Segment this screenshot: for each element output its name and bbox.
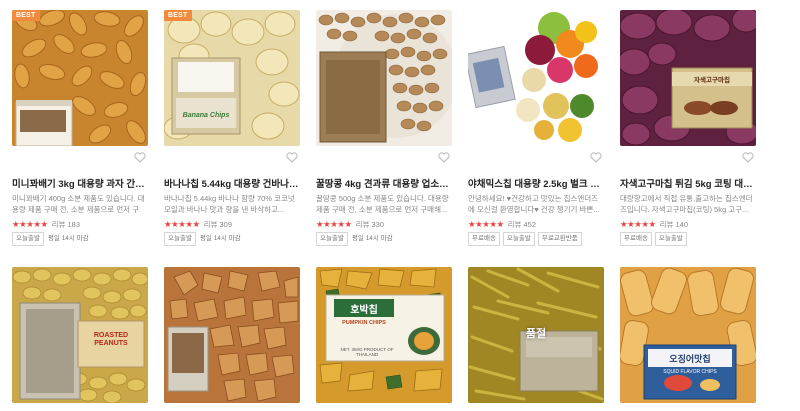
rating-row: ★★★★★ 리뷰 309 <box>164 219 232 229</box>
product-image-potato-sticks[interactable]: 품절 <box>468 267 604 403</box>
product-grid: BEST 미니꽈배기 3kg 대용량 과자 간식 스... 미니꽈배기 400g… <box>0 0 800 411</box>
product-card[interactable]: ROASTED PEANUTS <box>12 267 148 403</box>
product-image-purple-sweet-potato[interactable]: 자색고구마칩 <box>620 10 756 146</box>
tag-list: 무료배송 오늘출발 무료교환반품 <box>468 232 582 246</box>
rating-stars: ★★★★★ <box>164 218 200 229</box>
rating-row: ★★★★★ 리뷰 140 <box>620 219 688 229</box>
rating-row: ★★★★★ 리뷰 183 <box>12 219 80 229</box>
review-count: 리뷰 452 <box>507 219 537 229</box>
rating-row: ★★★★★ 리뷰 452 <box>468 219 536 229</box>
product-description: 꿀땅콩 500g 소분 제품도 있습니다. 대용량 제품 구매 전, 소분 제품… <box>316 194 449 214</box>
package-label: ROASTED PEANUTS <box>93 332 129 347</box>
package-subtitle: PUMPKIN CHIPS <box>342 320 386 326</box>
product-image-pumpkin-chips[interactable]: 호박칩 PUMPKIN CHIPS NET. 350G PRODUCT OF T… <box>316 267 452 403</box>
tag-cutoff: 평일 14시 마감 <box>47 235 89 242</box>
tag-today-ship: 오늘출발 <box>654 232 687 246</box>
tag-list: 오늘출발 평일 14시 마감 <box>164 232 242 246</box>
package-label: 오징어맛칩 <box>669 353 711 364</box>
product-title[interactable]: 야채믹스칩 대용량 2.5kg 벌크 업소용... <box>468 176 604 190</box>
product-image-caramel-snack[interactable] <box>164 267 300 403</box>
rating-row: ★★★★★ 리뷰 330 <box>316 219 384 229</box>
product-image-banana-chips[interactable]: Banana Chips BEST <box>164 10 300 146</box>
product-card[interactable]: 호박칩 PUMPKIN CHIPS NET. 350G PRODUCT OF T… <box>316 267 452 403</box>
product-title[interactable]: 미니꽈배기 3kg 대용량 과자 간식 스... <box>12 176 148 190</box>
rating-stars: ★★★★★ <box>316 218 352 229</box>
package-label: 호박칩 <box>350 304 378 316</box>
tag-free-shipping: 무료배송 <box>468 232 500 246</box>
tag-list: 오늘출발 평일 14시 마감 <box>12 232 90 246</box>
product-description: 안녕하세요! ♥건강하고 맛있는 칩스앤더즈에 오신걸 환영합니다♥ 건강 챙기… <box>468 194 600 214</box>
product-card[interactable]: 품절 <box>468 267 604 403</box>
best-badge: BEST <box>164 10 193 21</box>
product-description: 바나나칩 5.44kg 바나나 함량 70% 코코넛오일과 바나나 맛과 향을 … <box>164 194 295 214</box>
review-count: 리뷰 183 <box>51 219 81 229</box>
product-image-roasted-peanuts[interactable]: ROASTED PEANUTS <box>12 267 148 403</box>
product-image-squid-chips[interactable]: 오징어맛칩 SQUID FLAVOR CHIPS <box>620 267 756 403</box>
tag-today-ship: 오늘출발 <box>164 232 196 246</box>
product-card[interactable]: 오징어맛칩 SQUID FLAVOR CHIPS <box>620 267 756 403</box>
package-subtitle: SQUID FLAVOR CHIPS <box>663 369 717 375</box>
rating-stars: ★★★★★ <box>620 218 656 229</box>
heart-icon[interactable] <box>438 152 450 163</box>
heart-icon[interactable] <box>134 152 146 163</box>
tag-today-ship: 오늘출발 <box>502 232 535 246</box>
tag-cutoff: 평일 14시 마감 <box>351 235 393 242</box>
tag-today-ship: 오늘출발 <box>316 232 348 246</box>
heart-icon[interactable] <box>286 152 298 163</box>
product-card[interactable]: 꿀땅콩 4kg 견과류 대용량 업소용 주... 꿀땅콩 500g 소분 제품도… <box>316 10 452 246</box>
package-label: Banana Chips <box>182 111 230 119</box>
product-card[interactable]: 야채믹스칩 대용량 2.5kg 벌크 업소용... 안녕하세요! ♥건강하고 맛… <box>468 10 604 246</box>
product-title[interactable]: 자색고구마칩 튀김 5kg 코팅 대용량과... <box>620 176 756 190</box>
tag-free-return: 무료교환반품 <box>537 232 582 246</box>
heart-icon[interactable] <box>590 152 602 163</box>
heart-icon[interactable] <box>742 152 754 163</box>
product-description: 미니꽈배기 400g 소분 제품도 있습니다. 대용량 제품 구매 전, 소분 … <box>12 194 145 214</box>
sold-out-overlay: 품절 <box>525 328 547 340</box>
rating-stars: ★★★★★ <box>468 218 504 229</box>
product-card[interactable]: 자색고구마칩 자색고구마칩 튀김 5kg 코팅 대용량과... 대량향고에서 직… <box>620 10 756 246</box>
product-card[interactable] <box>164 267 300 403</box>
product-title[interactable]: 바나나칩 5.44kg 대용량 건바나나 업... <box>164 176 300 190</box>
package-footnote: NET. 350G PRODUCT OF THAILAND <box>340 347 394 357</box>
product-title[interactable]: 꿀땅콩 4kg 견과류 대용량 업소용 주... <box>316 176 452 190</box>
rating-stars: ★★★★★ <box>12 218 48 229</box>
best-badge: BEST <box>12 10 41 21</box>
product-image-veggie-chips[interactable] <box>468 10 604 146</box>
review-count: 리뷰 330 <box>355 219 385 229</box>
product-image-twisted-snack[interactable]: BEST <box>12 10 148 146</box>
product-card[interactable]: BEST 미니꽈배기 3kg 대용량 과자 간식 스... 미니꽈배기 400g… <box>12 10 148 246</box>
product-description: 대량향고에서 직접 유통,출고하는 칩스앤더즈입니다. 자색고구마칩(코팅) 5… <box>620 194 753 214</box>
product-card[interactable]: Banana Chips BEST 바나나칩 5.44kg 대용량 건바나나 업… <box>164 10 300 246</box>
review-count: 리뷰 309 <box>203 219 233 229</box>
review-count: 리뷰 140 <box>659 219 689 229</box>
tag-free-shipping: 무료배송 <box>620 232 652 246</box>
product-image-honey-peanut[interactable] <box>316 10 452 146</box>
tag-today-ship: 오늘출발 <box>12 232 44 246</box>
tag-cutoff: 평일 14시 마감 <box>199 235 241 242</box>
tag-list: 오늘출발 평일 14시 마감 <box>316 232 394 246</box>
package-label: 자색고구마칩 <box>694 77 730 84</box>
tag-list: 무료배송 오늘출발 <box>620 232 687 246</box>
